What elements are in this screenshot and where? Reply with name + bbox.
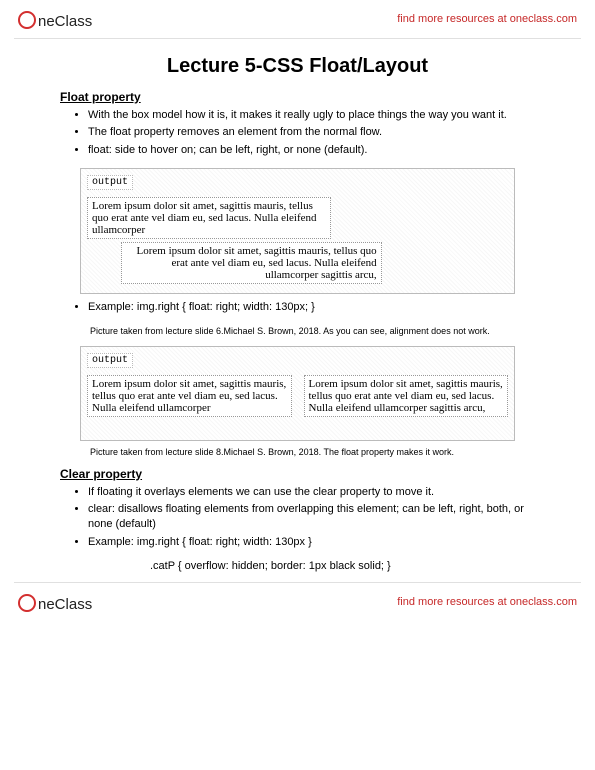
lorem-box-right: Lorem ipsum dolor sit amet, sagittis mau…: [121, 242, 382, 284]
caption-1: Picture taken from lecture slide 6.Micha…: [90, 326, 535, 336]
list-item: Example: img.right { float: right; width…: [88, 535, 535, 550]
output-label: output: [87, 175, 133, 190]
list-item: The float property removes an element fr…: [88, 125, 535, 140]
section-heading-float: Float property: [60, 90, 535, 104]
code-line: .catP { overflow: hidden; border: 1px bl…: [150, 560, 535, 572]
lorem-box-left: Lorem ipsum dolor sit amet, sagittis mau…: [87, 197, 331, 239]
output-label: output: [87, 353, 133, 368]
logo: neClass: [18, 8, 92, 30]
logo-circle-icon: [18, 11, 36, 29]
example-bullet-list: Example: img.right { float: right; width…: [60, 300, 535, 315]
output-box-2: output Lorem ipsum dolor sit amet, sagit…: [80, 346, 515, 441]
footer-logo: neClass: [18, 591, 92, 613]
caption-2: Picture taken from lecture slide 8.Micha…: [90, 447, 535, 457]
header-link[interactable]: find more resources at oneclass.com: [397, 13, 577, 25]
list-item: If floating it overlays elements we can …: [88, 485, 535, 500]
list-item: Example: img.right { float: right; width…: [88, 300, 535, 315]
document-content: Lecture 5-CSS Float/Layout Float propert…: [0, 55, 595, 582]
list-item: With the box model how it is, it makes i…: [88, 108, 535, 123]
header: neClass find more resources at oneclass.…: [0, 0, 595, 38]
list-item: float: side to hover on; can be left, ri…: [88, 143, 535, 158]
footer-logo-text: neClass: [38, 596, 92, 613]
lorem-box-col-left: Lorem ipsum dolor sit amet, sagittis mau…: [87, 375, 292, 417]
footer: neClass find more resources at oneclass.…: [0, 583, 595, 621]
float-bullets: With the box model how it is, it makes i…: [60, 108, 535, 158]
page-title: Lecture 5-CSS Float/Layout: [60, 55, 535, 78]
logo-text: neClass: [38, 13, 92, 30]
list-item: clear: disallows floating elements from …: [88, 502, 535, 533]
lorem-box-col-right: Lorem ipsum dolor sit amet, sagittis mau…: [304, 375, 509, 417]
footer-link[interactable]: find more resources at oneclass.com: [397, 596, 577, 608]
header-divider: [14, 38, 581, 39]
output-box-1: output Lorem ipsum dolor sit amet, sagit…: [80, 168, 515, 294]
logo-circle-icon: [18, 594, 36, 612]
clear-bullets: If floating it overlays elements we can …: [60, 485, 535, 551]
section-heading-clear: Clear property: [60, 467, 535, 481]
